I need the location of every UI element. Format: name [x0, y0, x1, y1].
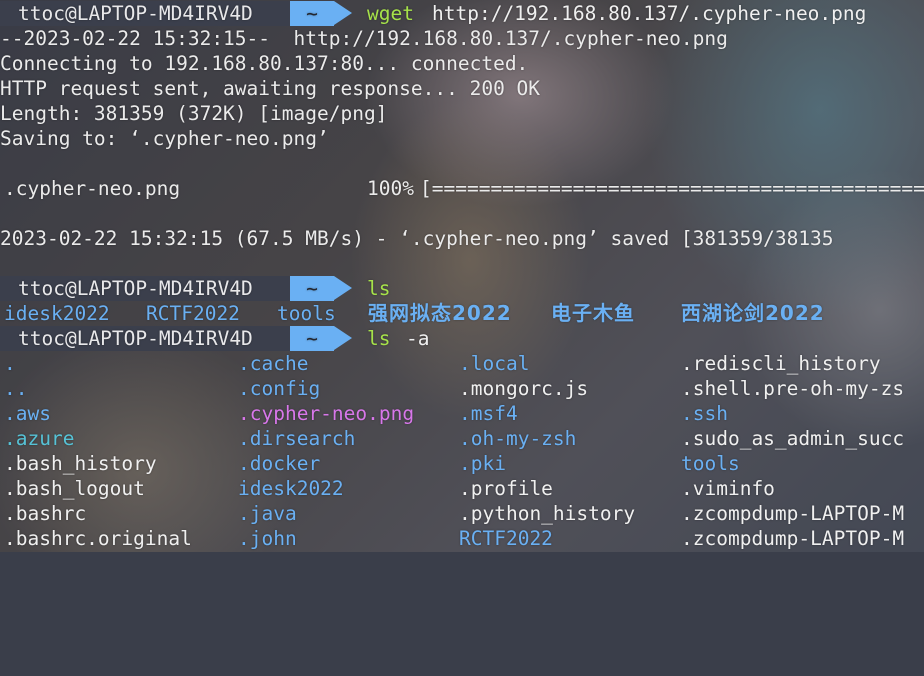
ls-a-row: .bash_logout idesk2022 .profile .viminfo: [0, 476, 924, 501]
prompt-user-host: ttoc@LAPTOP-MD4IRV4D: [0, 1, 290, 26]
wget-output-line: Length: 381359 (372K) [image/png]: [0, 102, 388, 125]
command-name: ls: [367, 277, 391, 300]
ls-a-row: .bash_history .docker .pki tools: [0, 451, 924, 476]
ls-a-entry: .pki: [459, 452, 506, 475]
prompt-line-2: ttoc@LAPTOP-MD4IRV4D ~ ls: [0, 276, 924, 301]
wget-output-line: HTTP request sent, awaiting response... …: [0, 77, 541, 100]
ls-a-entry: .sudo_as_admin_succ: [681, 427, 905, 450]
prompt-line-1: ttoc@LAPTOP-MD4IRV4D ~ wget http://192.1…: [0, 1, 924, 26]
command-name: ls: [367, 327, 391, 350]
prompt-line-3: ttoc@LAPTOP-MD4IRV4D ~ ls -a: [0, 326, 924, 351]
ls-a-entry: .aws: [4, 402, 51, 425]
ls-entry: tools: [277, 302, 336, 325]
command-argument: -a: [406, 327, 430, 350]
prompt-end-arrow: [334, 1, 352, 25]
ls-a-entry: .local: [459, 352, 530, 375]
prompt-end-arrow: [334, 276, 352, 300]
wget-output-line: --2023-02-22 15:32:15-- http://192.168.8…: [0, 27, 728, 50]
progress-bar: [=======================================…: [420, 177, 924, 200]
ls-a-entry: .azure: [4, 427, 75, 450]
ls-entry: 电子木鱼: [551, 301, 635, 325]
ls-a-entry: .bashrc.original: [4, 527, 192, 550]
ls-a-row: . .cache .local .rediscli_history: [0, 351, 924, 376]
ls-entry: 西湖论剑2022: [681, 301, 825, 325]
ls-entry: 强网拟态2022: [368, 301, 512, 325]
ls-a-entry: .: [4, 352, 16, 375]
ls-a-entry: ..: [4, 377, 28, 400]
ls-a-entry: .shell.pre-oh-my-zs: [681, 377, 905, 400]
command-argument: http://192.168.80.137/.cypher-neo.png: [432, 2, 867, 25]
ls-a-entry: .python_history: [459, 502, 636, 525]
command-name: wget: [367, 2, 414, 25]
prompt-end-arrow: [334, 326, 352, 350]
download-saved-line: 2023-02-22 15:32:15 (67.5 MB/s) - ‘.cyph…: [0, 227, 834, 250]
prompt-user-host: ttoc@LAPTOP-MD4IRV4D: [0, 326, 290, 351]
ls-a-entry: .viminfo: [681, 477, 775, 500]
ls-a-entry: .dirsearch: [238, 427, 356, 450]
ls-a-entry: .cache: [238, 352, 309, 375]
ls-a-entry: tools: [681, 452, 740, 475]
ls-a-entry: .zcompdump-LAPTOP-M: [681, 502, 905, 525]
ls-a-entry: .cypher-neo.png: [238, 402, 415, 425]
ls-a-row: .bashrc.original .john RCTF2022 .zcompdu…: [0, 526, 924, 551]
ls-a-entry: .profile: [459, 477, 553, 500]
wget-output-line: Saving to: ‘.cypher-neo.png’: [0, 127, 329, 150]
ls-a-entry: .oh-my-zsh: [459, 427, 577, 450]
ls-a-entry: .msf4: [459, 402, 518, 425]
ls-a-row: .. .config .mongorc.js .shell.pre-oh-my-…: [0, 376, 924, 401]
prompt-directory: ~: [290, 1, 334, 26]
ls-a-entry: .john: [238, 527, 297, 550]
progress-filename: .cypher-neo.png: [4, 177, 181, 200]
ls-a-row: .azure .dirsearch .oh-my-zsh .sudo_as_ad…: [0, 426, 924, 451]
progress-percent: 100%: [367, 177, 414, 200]
ls-a-row: .bashrc .java .python_history .zcompdump…: [0, 501, 924, 526]
prompt-directory: ~: [290, 276, 334, 301]
ls-a-entry: .mongorc.js: [459, 377, 589, 400]
prompt-directory: ~: [290, 326, 334, 351]
ls-a-entry: .rediscli_history: [681, 352, 881, 375]
ls-a-entry: .docker: [238, 452, 321, 475]
ls-output-line: idesk2022 RCTF2022 tools 强网拟态2022 电子木鱼 西…: [0, 301, 924, 326]
wget-output-line: Connecting to 192.168.80.137:80... conne…: [0, 52, 529, 75]
ls-a-entry: RCTF2022: [459, 527, 553, 550]
ls-a-entry: .java: [238, 502, 297, 525]
download-progress-line: .cypher-neo.png 100% [==================…: [0, 176, 924, 201]
ls-a-entry: .config: [238, 377, 321, 400]
prompt-user-host: ttoc@LAPTOP-MD4IRV4D: [0, 276, 290, 301]
ls-entry: RCTF2022: [146, 302, 240, 325]
ls-entry: idesk2022: [4, 302, 110, 325]
ls-a-entry: .zcompdump-LAPTOP-M: [681, 527, 905, 550]
ls-a-entry: .bash_logout: [4, 477, 145, 500]
terminal-window[interactable]: ttoc@LAPTOP-MD4IRV4D ~ wget http://192.1…: [0, 0, 924, 552]
ls-a-row: .aws .cypher-neo.png .msf4 .ssh: [0, 401, 924, 426]
ls-a-entry: idesk2022: [238, 477, 344, 500]
ls-a-entry: .bash_history: [4, 452, 157, 475]
ls-a-entry: .ssh: [681, 402, 728, 425]
ls-a-entry: .bashrc: [4, 502, 87, 525]
